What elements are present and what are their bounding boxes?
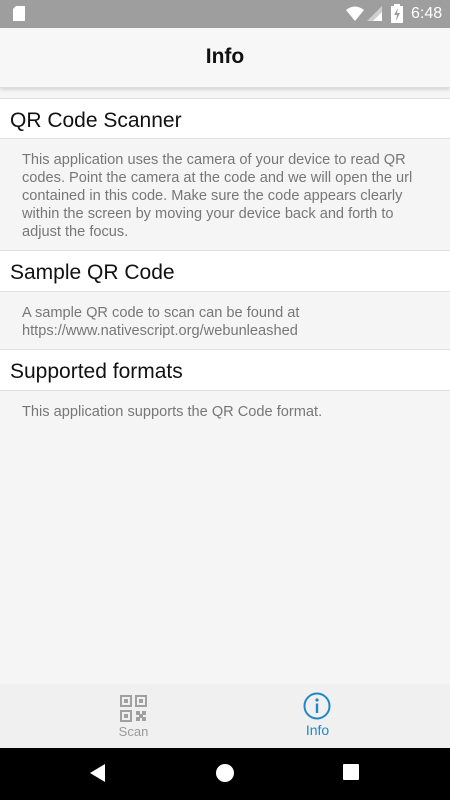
section-header-supported-formats: Supported formats [0,349,450,391]
signal-icon [367,6,382,21]
sd-card-icon [13,6,25,21]
info-content[interactable]: QR Code Scanner This application uses th… [0,96,450,684]
info-icon [303,692,331,720]
action-bar: Info [0,28,450,88]
battery-charging-icon [391,4,403,23]
section-title: Supported formats [10,360,183,383]
tab-label: Info [305,722,330,738]
system-navigation-bar [0,748,450,800]
bottom-tab-bar: Scan Info [0,684,450,748]
back-icon[interactable] [88,763,108,783]
section-body: A sample QR code to scan can be found at… [22,305,300,339]
page-title: Info [205,45,245,68]
tab-info[interactable]: Info [205,684,430,748]
section-header-qr-code-scanner: QR Code Scanner [0,98,450,139]
home-icon[interactable] [215,763,235,783]
section-header-sample-qr-code: Sample QR Code [0,250,450,292]
section-title: Sample QR Code [10,261,175,284]
wifi-icon [346,6,364,21]
status-time: 6:48 [411,5,443,22]
status-bar: 6:48 [0,0,450,28]
qr-code-icon [120,695,147,722]
recents-icon[interactable] [342,763,360,781]
section-body: This application supports the QR Code fo… [22,404,323,420]
section-body: This application uses the camera of your… [22,152,413,240]
section-title: QR Code Scanner [10,109,182,132]
